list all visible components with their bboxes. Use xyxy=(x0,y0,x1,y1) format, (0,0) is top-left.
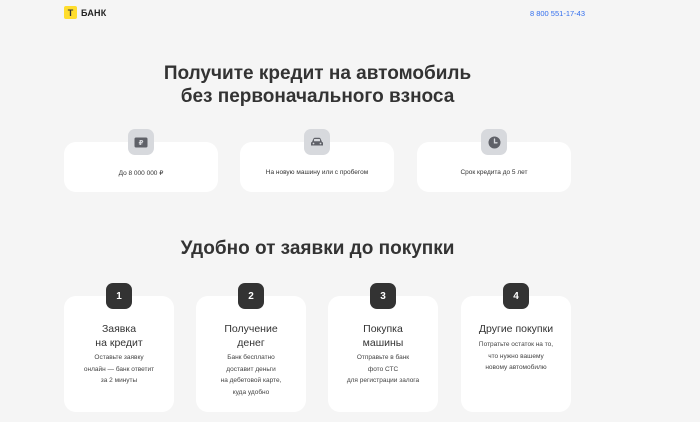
svg-text:₽: ₽ xyxy=(139,139,144,147)
ruble-card-icon: ₽ xyxy=(128,129,154,155)
phone-link[interactable]: 8 800 551-17-43 xyxy=(530,9,585,18)
step-description: Отправьте в банк фото СТС для регистраци… xyxy=(346,354,420,384)
step-card-application: Заявка на кредит Оставьте заявку онлайн … xyxy=(64,296,174,412)
header: Т БАНК 8 800 551-17-43 xyxy=(0,0,700,26)
step-number-badge: 3 xyxy=(370,283,396,309)
hero-title-line2: без первоначального взноса xyxy=(180,86,455,107)
step-card-money: Получение денег Банк бесплатно доставит … xyxy=(196,296,306,412)
step-number-badge: 4 xyxy=(503,283,529,309)
car-icon xyxy=(304,129,330,155)
feature-text: До 8 000 000 ₽ xyxy=(118,170,164,177)
feature-text: На новую машину или с пробегом xyxy=(265,169,369,176)
logo-mark: Т xyxy=(64,6,77,19)
step-title: Покупка машины xyxy=(362,323,404,349)
step-card-other: Другие покупки Потратьте остаток на то, … xyxy=(461,296,571,412)
step-title: Другие покупки xyxy=(478,323,554,335)
feature-text: Срок кредита до 5 лет xyxy=(460,169,528,176)
step-title: Получение денег xyxy=(224,323,278,349)
clock-icon xyxy=(481,129,507,155)
hero-title-line1: Получите кредит на автомобиль xyxy=(163,63,472,84)
step-description: Оставьте заявку онлайн — банк ответит за… xyxy=(83,354,155,384)
section-title: Удобно от заявки до покупки xyxy=(180,238,455,259)
step-description: Банк бесплатно доставит деньги на дебето… xyxy=(220,354,282,396)
step-number-badge: 1 xyxy=(106,283,132,309)
step-title: Заявка на кредит xyxy=(95,323,143,349)
step-card-purchase: Покупка машины Отправьте в банк фото СТС… xyxy=(328,296,438,412)
step-description: Потратьте остаток на то, что нужно вашем… xyxy=(478,341,554,371)
hero-title: Получите кредит на автомобиль без первон… xyxy=(0,62,635,108)
bank-logo[interactable]: Т БАНК xyxy=(64,6,106,19)
logo-text: БАНК xyxy=(81,7,107,18)
step-number-badge: 2 xyxy=(238,283,264,309)
